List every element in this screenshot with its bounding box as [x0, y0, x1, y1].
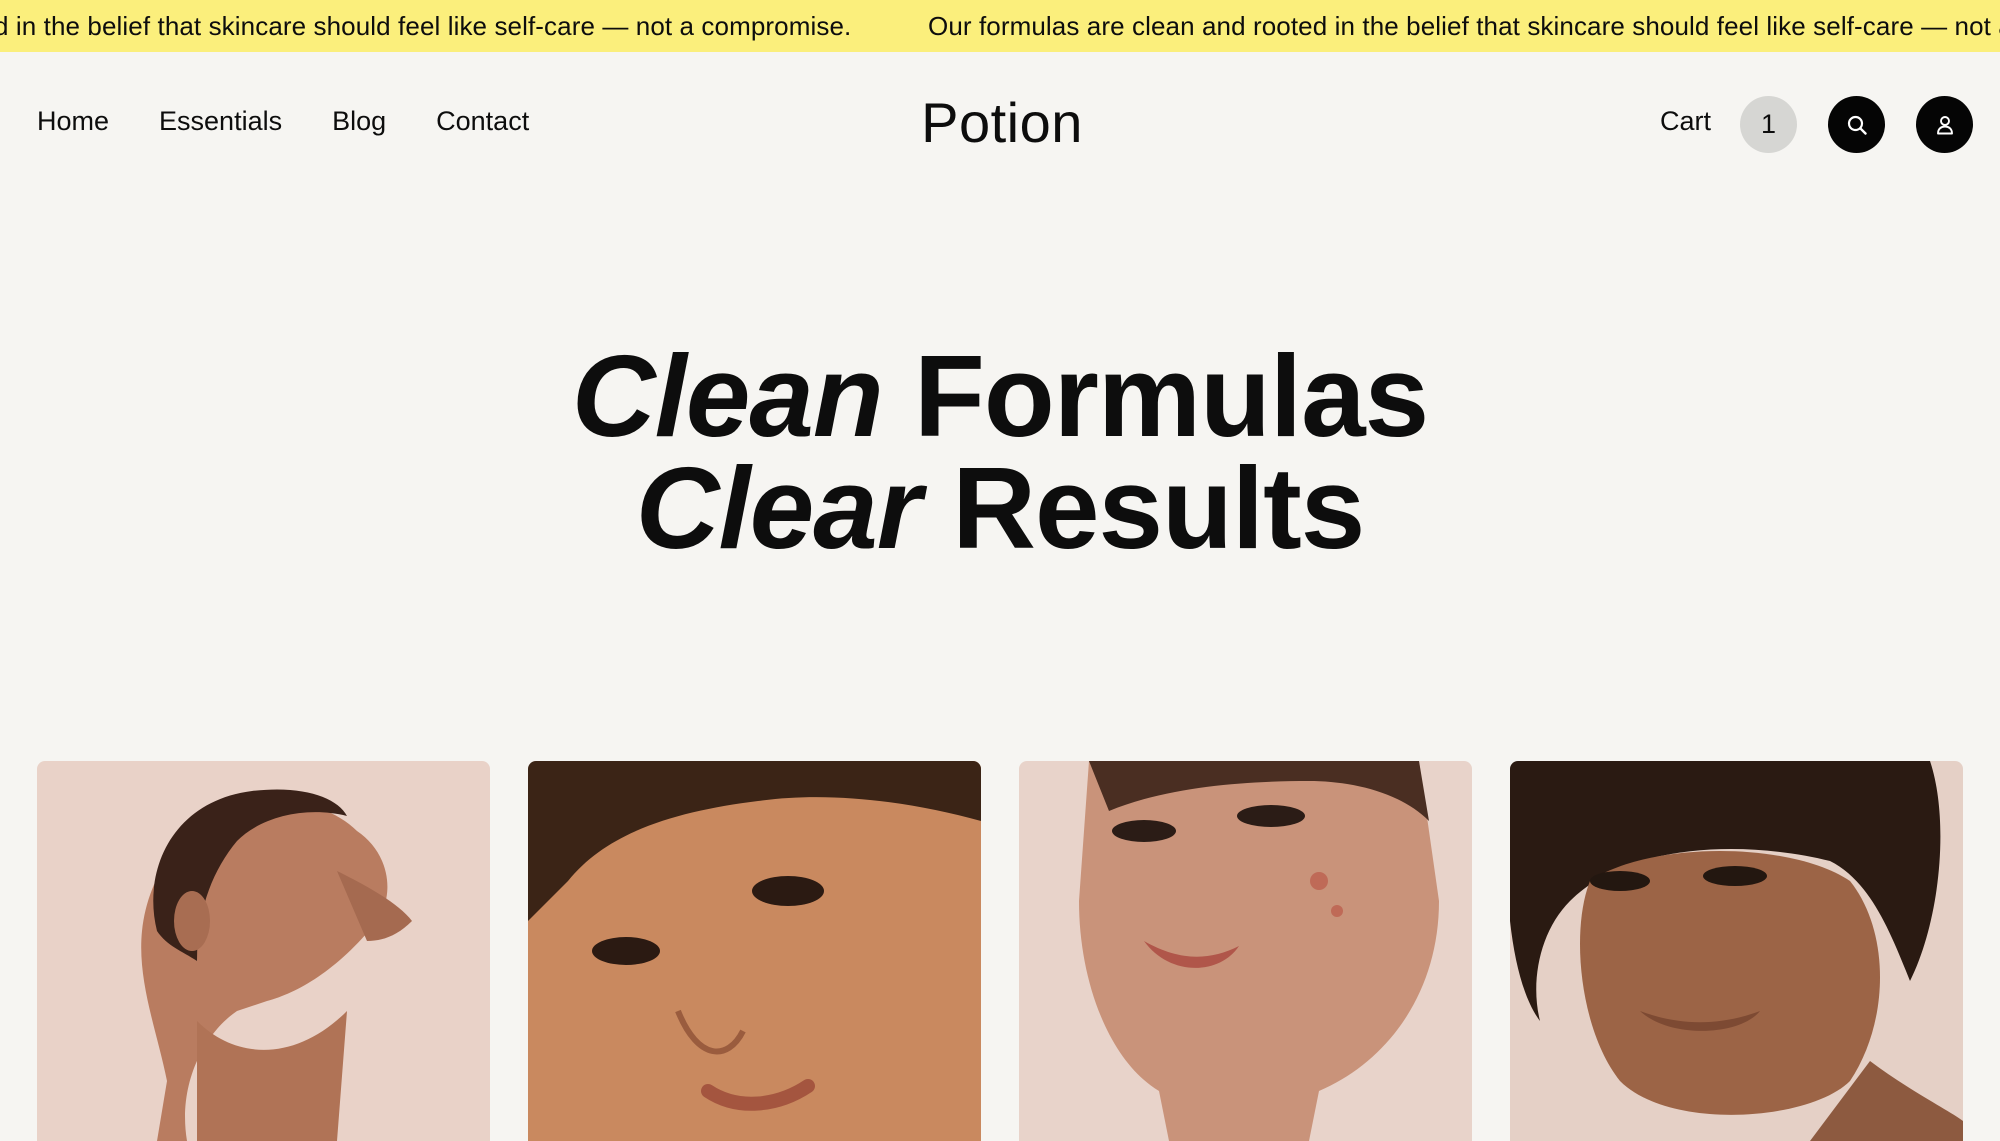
account-button[interactable] — [1916, 96, 1973, 153]
cart-count-badge[interactable]: 1 — [1740, 96, 1797, 153]
hero-word: Formulas — [914, 331, 1429, 461]
brand-name[interactable]: Potion — [921, 91, 1083, 154]
hero-heading: Clean Formulas Clear Results — [0, 338, 2000, 566]
site-header: Home Essentials Blog Contact Potion Cart… — [0, 52, 2000, 194]
hero-word: Results — [952, 443, 1365, 573]
gallery-image-1[interactable] — [37, 761, 490, 1141]
hero-line-2: Clear Results — [0, 450, 2000, 566]
gallery-image-3[interactable] — [1019, 761, 1472, 1141]
portrait-closeup-freckles — [528, 761, 981, 1141]
portrait-woman-profile — [37, 761, 490, 1141]
portrait-man-freckles — [1510, 761, 1963, 1141]
search-button[interactable] — [1828, 96, 1885, 153]
announcement-text: Our formulas are clean and rooted in the… — [928, 11, 2000, 41]
hero-italic-word: Clear — [635, 443, 922, 573]
announcement-text: d in the belief that skincare should fee… — [0, 11, 852, 41]
portrait-gallery — [37, 761, 1963, 1141]
search-icon — [1847, 115, 1867, 135]
portrait-man-acne — [1019, 761, 1472, 1141]
user-icon — [1936, 115, 1953, 134]
gallery-image-4[interactable] — [1510, 761, 1963, 1141]
announcement-bar: d in the belief that skincare should fee… — [0, 0, 2000, 52]
cart-link[interactable]: Cart — [1660, 106, 1711, 137]
gallery-image-2[interactable] — [528, 761, 981, 1141]
hero-italic-word: Clean — [571, 331, 884, 461]
hero-line-1: Clean Formulas — [0, 338, 2000, 454]
